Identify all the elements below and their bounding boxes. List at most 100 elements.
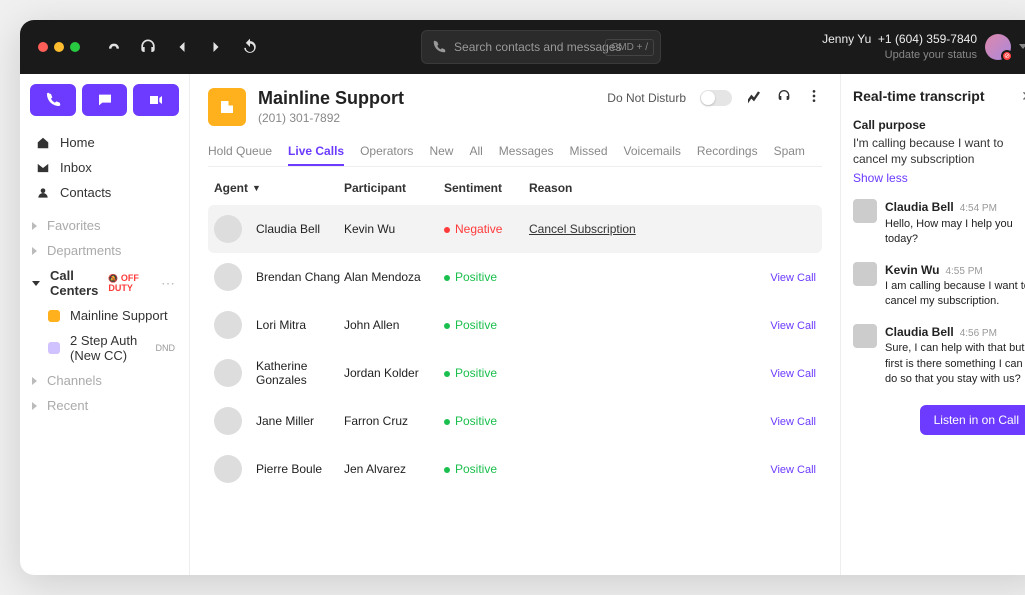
table-row[interactable]: Lori MitraJohn AllenPositiveView Call	[208, 301, 822, 349]
sentiment-label: Positive	[455, 318, 497, 332]
table-row[interactable]: Jane Miller Farron Cruz Positive View Call	[208, 397, 822, 445]
headset-icon[interactable]	[776, 88, 792, 107]
table-row[interactable]: Katherine GonzalesJordan KolderPositiveV…	[208, 349, 822, 397]
participant-name: Jordan Kolder	[344, 366, 444, 380]
transcript-text: Hello, How may I help you today?	[885, 218, 1013, 245]
nav-forward-icon[interactable]	[206, 37, 226, 57]
col-reason[interactable]: Reason	[529, 181, 761, 195]
participant-name: John Allen	[344, 318, 444, 332]
tab-missed[interactable]: Missed	[570, 138, 608, 166]
sentiment-dot-icon	[444, 467, 450, 473]
sentiment-dot-icon	[444, 227, 450, 233]
tab-spam[interactable]: Spam	[774, 138, 805, 166]
sidebar-item-2step[interactable]: 2 Step Auth (New CC)DND	[46, 328, 179, 368]
transcript-time: 4:56 PM	[960, 328, 997, 339]
tab-operators[interactable]: Operators	[360, 138, 413, 166]
sentiment-label: Negative	[455, 222, 502, 236]
participant-name: Alan Mendoza	[344, 270, 444, 284]
search-placeholder: Search contacts and messages	[454, 40, 621, 54]
avatar: ⊘	[985, 34, 1011, 60]
avatar	[214, 263, 242, 291]
listen-button[interactable]: Listen in on Call	[920, 405, 1025, 435]
col-agent[interactable]: Agent ▼	[214, 181, 344, 195]
transcript-time: 4:55 PM	[945, 266, 982, 277]
sidebar-inbox[interactable]: Inbox	[30, 155, 179, 180]
sentiment-dot-icon	[444, 371, 450, 377]
tab-hold-queue[interactable]: Hold Queue	[208, 138, 272, 166]
agent-name: Katherine Gonzales	[256, 359, 344, 387]
sidebar-contacts[interactable]: Contacts	[30, 180, 179, 205]
participant-name: Farron Cruz	[344, 414, 444, 428]
user-menu[interactable]: Jenny Yu +1 (604) 359-7840 Update your s…	[822, 32, 1025, 62]
chevron-down-icon	[32, 281, 40, 286]
view-call-link[interactable]: View Call	[770, 272, 816, 284]
tab-recordings[interactable]: Recordings	[697, 138, 758, 166]
dial-button[interactable]	[30, 84, 76, 116]
reason-link[interactable]: Cancel Subscription	[529, 222, 636, 236]
more-icon[interactable]	[806, 88, 822, 107]
col-participant[interactable]: Participant	[344, 181, 444, 195]
call-center-icon	[208, 88, 246, 126]
sidebar-departments[interactable]: Departments	[30, 238, 179, 263]
transcript-entry: Claudia Bell4:56 PMSure, I can help with…	[853, 324, 1025, 388]
tab-messages[interactable]: Messages	[499, 138, 554, 166]
window-controls[interactable]	[38, 42, 80, 52]
view-call-link[interactable]: View Call	[770, 368, 816, 380]
avatar	[214, 359, 242, 387]
refresh-icon[interactable]	[240, 37, 260, 57]
sidebar: Home Inbox Contacts Favorites Department…	[20, 74, 190, 575]
avatar	[214, 311, 242, 339]
sentiment-label: Positive	[455, 414, 497, 428]
tab-voicemails[interactable]: Voicemails	[624, 138, 681, 166]
dnd-toggle[interactable]	[700, 90, 732, 106]
sidebar-recent[interactable]: Recent	[30, 393, 179, 418]
avatar	[214, 215, 242, 243]
avatar	[214, 407, 242, 435]
close-icon[interactable]: ✕	[1021, 88, 1025, 105]
call-purpose-text: I'm calling because I want to cancel my …	[853, 135, 1025, 167]
sentiment-label: Positive	[455, 270, 497, 284]
table-row[interactable]: Pierre BouleJen AlvarezPositiveView Call	[208, 445, 822, 493]
table-header: Agent ▼ Participant Sentiment Reason	[208, 171, 822, 205]
avatar	[214, 455, 242, 483]
search-kbd: CMD + /	[605, 39, 654, 56]
table-row[interactable]: Brendan ChangAlan MendozaPositiveView Ca…	[208, 253, 822, 301]
view-call-link[interactable]: View Call	[770, 416, 816, 428]
show-less-link[interactable]: Show less	[853, 171, 908, 185]
transcript-from: Claudia Bell	[885, 325, 954, 339]
sidebar-home[interactable]: Home	[30, 130, 179, 155]
tab-all[interactable]: All	[469, 138, 482, 166]
transcript-panel: Real-time transcript ✕ Call purpose I'm …	[840, 74, 1025, 575]
participant-name: Jen Alvarez	[344, 462, 444, 476]
sidebar-call-centers[interactable]: Call Centers🔕 OFF DUTY⋯	[30, 263, 179, 303]
view-call-link[interactable]: View Call	[770, 464, 816, 476]
agent-name: Jane Miller	[256, 414, 314, 428]
headset-icon[interactable]	[138, 37, 158, 57]
avatar	[853, 199, 877, 223]
sidebar-item-mainline[interactable]: Mainline Support	[46, 303, 179, 328]
message-button[interactable]	[82, 84, 128, 116]
tab-live-calls[interactable]: Live Calls	[288, 138, 344, 166]
col-sentiment[interactable]: Sentiment	[444, 181, 529, 195]
avatar	[853, 324, 877, 348]
table-row[interactable]: Claudia BellKevin WuNegativeCancel Subsc…	[208, 205, 822, 253]
video-button[interactable]	[133, 84, 179, 116]
chevron-down-icon	[1019, 44, 1025, 49]
transcript-from: Kevin Wu	[885, 263, 939, 277]
nav-back-icon[interactable]	[172, 37, 192, 57]
user-name: Jenny Yu	[822, 32, 871, 46]
page-phone: (201) 301-7892	[258, 111, 404, 125]
phone-icon	[432, 40, 446, 54]
logo-icon	[104, 37, 124, 57]
analytics-icon[interactable]	[746, 88, 762, 107]
search-input[interactable]: Search contacts and messages CMD + /	[421, 30, 661, 64]
main-content: Mainline Support (201) 301-7892 Do Not D…	[190, 74, 840, 575]
view-call-link[interactable]: View Call	[770, 320, 816, 332]
transcript-text: I am calling because I want to cancel my…	[885, 280, 1025, 307]
tab-new[interactable]: New	[429, 138, 453, 166]
sidebar-channels[interactable]: Channels	[30, 368, 179, 393]
sentiment-dot-icon	[444, 275, 450, 281]
sentiment-dot-icon	[444, 419, 450, 425]
sidebar-favorites[interactable]: Favorites	[30, 213, 179, 238]
sentiment-dot-icon	[444, 323, 450, 329]
